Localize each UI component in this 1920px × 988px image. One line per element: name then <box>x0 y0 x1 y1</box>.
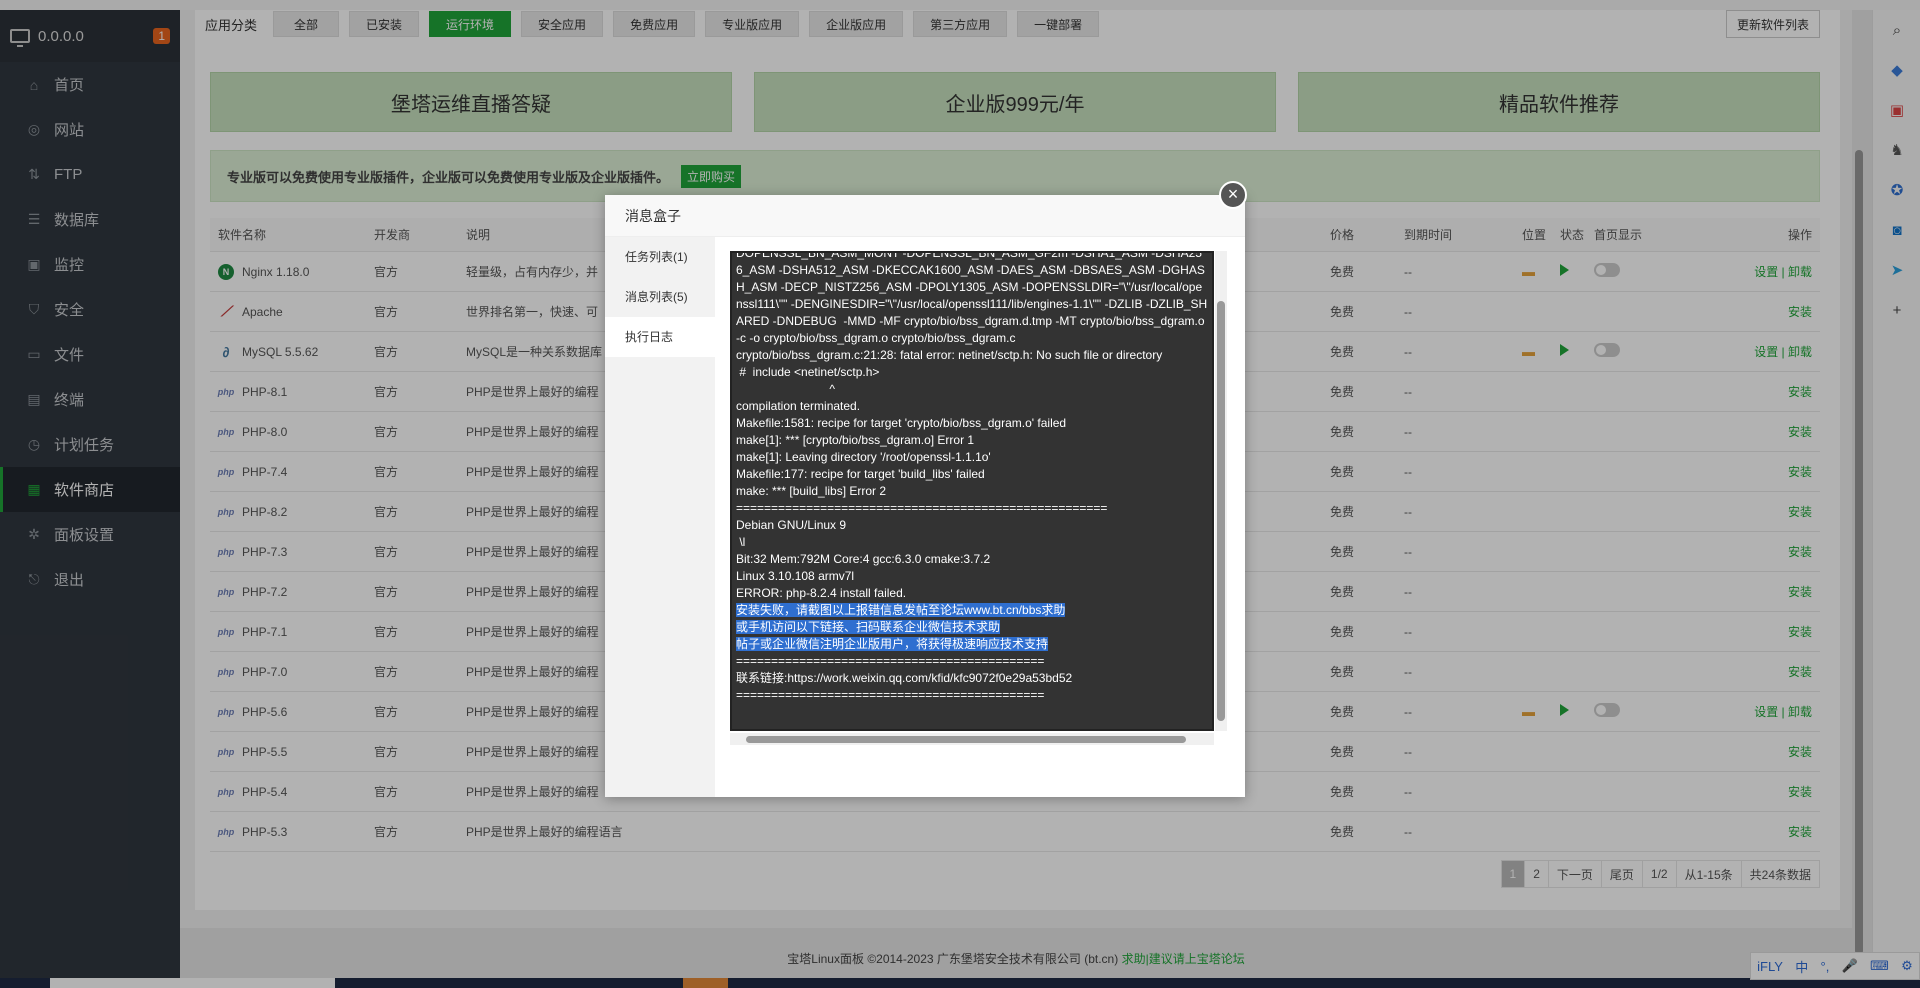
log-text: DOPENSSL_BN_ASM_MONT -DOPENSSL_BN_ASM_GF… <box>736 251 1208 600</box>
close-icon[interactable]: × <box>1219 181 1247 209</box>
log-vertical-scrollbar[interactable] <box>1215 251 1227 731</box>
log-tail: ========================================… <box>736 654 1073 702</box>
log-highlight: 安装失败，请截图以上报错信息发帖至论坛www.bt.cn/bbs求助 或手机访问… <box>736 603 1066 651</box>
modal-title: 消息盒子 <box>605 195 1245 237</box>
message-box-modal: 消息盒子 × 任务列表(1) 消息列表(5) 执行日志 DOPENSSL_BN_AS… <box>605 181 1247 797</box>
modal-tab[interactable]: 消息列表(5) <box>605 277 715 317</box>
modal-tabs: 任务列表(1) 消息列表(5) 执行日志 <box>605 237 715 797</box>
modal-tab[interactable]: 任务列表(1) <box>605 237 715 277</box>
modal-tab[interactable]: 执行日志 <box>605 317 715 357</box>
log-horizontal-scrollbar[interactable] <box>730 733 1214 745</box>
execution-log[interactable]: DOPENSSL_BN_ASM_MONT -DOPENSSL_BN_ASM_GF… <box>730 251 1214 731</box>
